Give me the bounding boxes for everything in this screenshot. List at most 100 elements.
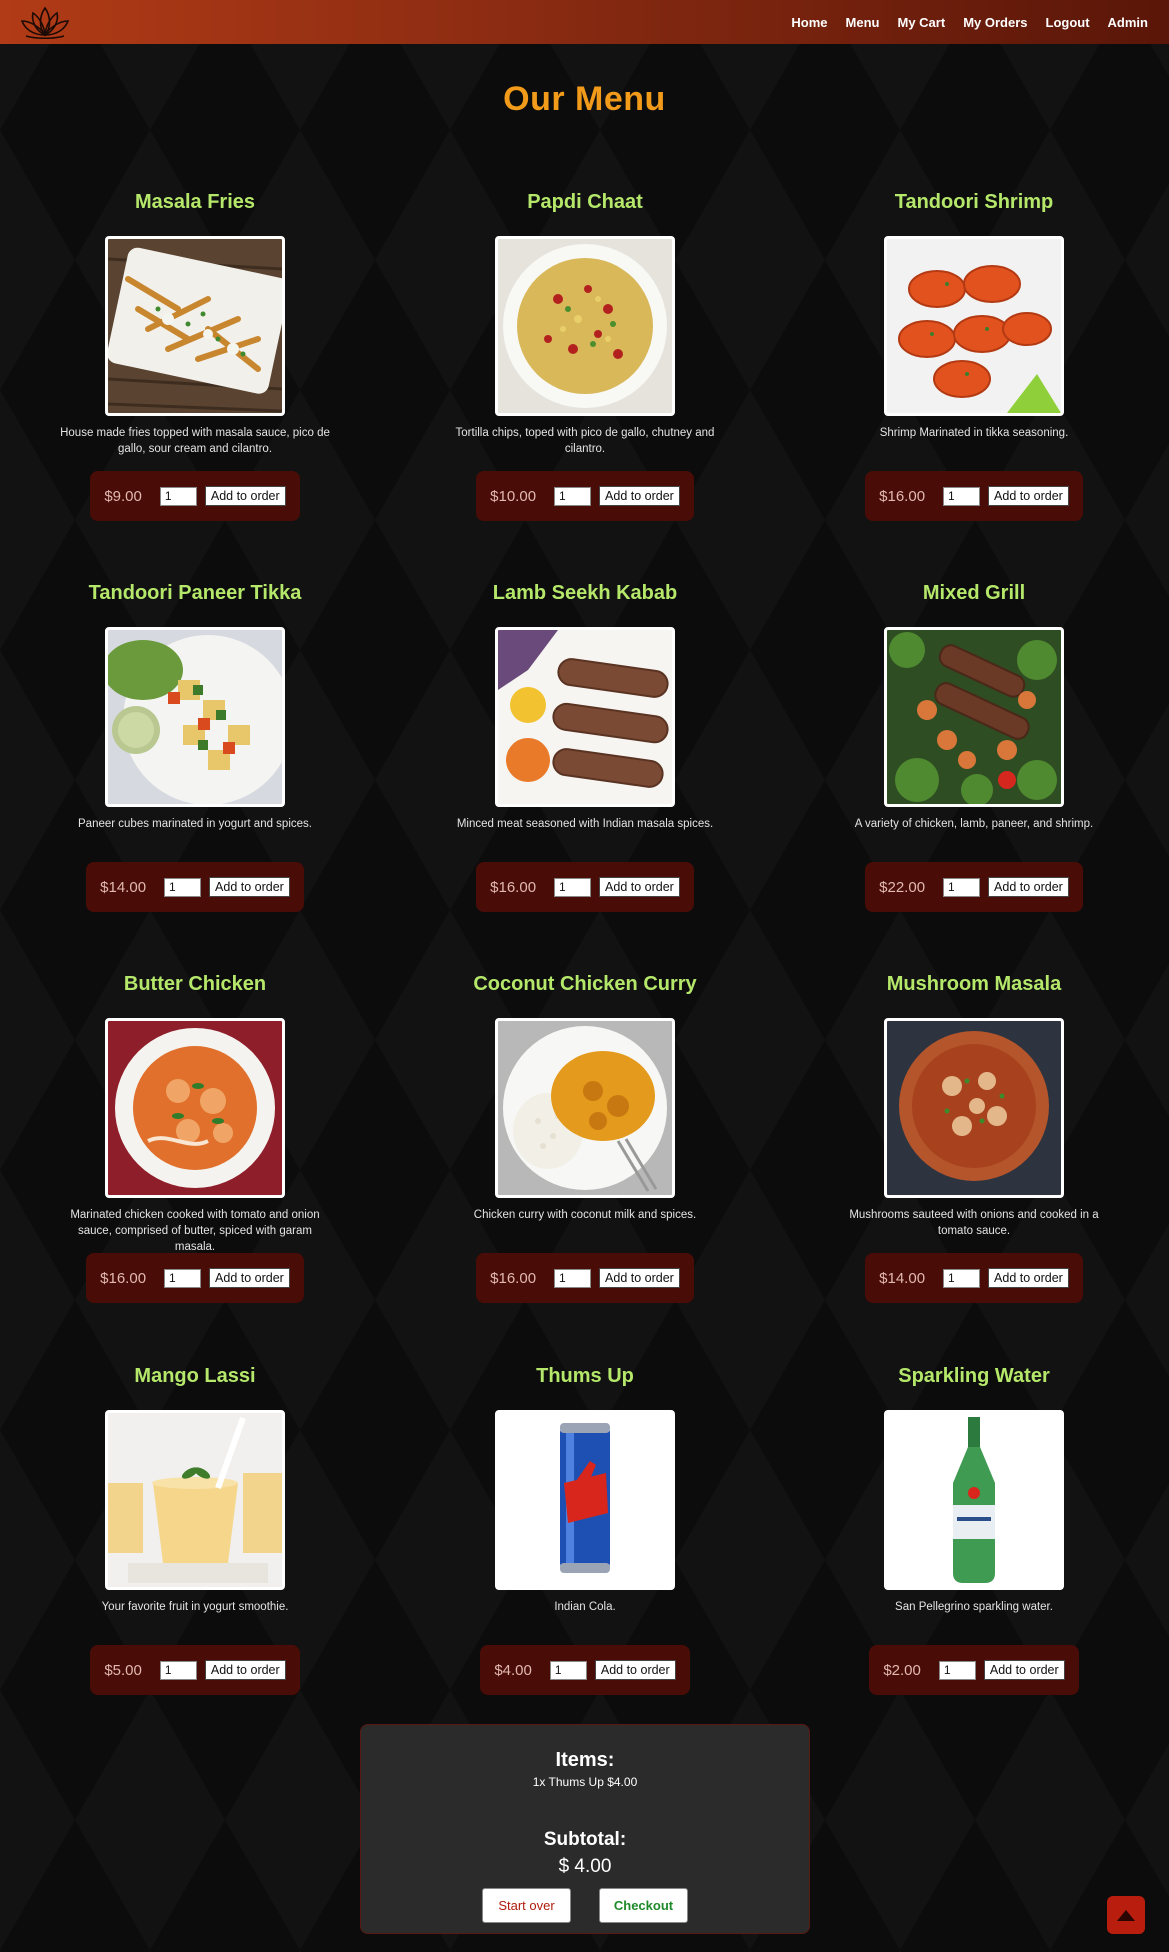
menu-item-card: Sparkling Water San Pellegrino sparkling… — [779, 1363, 1169, 1695]
nav-link-menu[interactable]: Menu — [837, 15, 889, 30]
menu-item-title: Butter Chicken — [123, 973, 267, 995]
order-box: $10.00 Add to order — [476, 471, 694, 521]
menu-item-title: Mushroom Masala — [886, 973, 1062, 995]
lotus-logo-icon[interactable] — [18, 5, 72, 39]
menu-item-description: Paneer cubes marinated in yogurt and spi… — [78, 818, 312, 830]
add-to-order-button[interactable]: Add to order — [599, 877, 680, 897]
menu-item-title: Lamb Seekh Kabab — [492, 582, 678, 604]
nav-link-admin[interactable]: Admin — [1099, 15, 1157, 30]
order-box: $16.00 Add to order — [86, 1253, 304, 1303]
add-to-order-button[interactable]: Add to order — [209, 877, 290, 897]
quantity-input[interactable] — [159, 1660, 197, 1680]
add-to-order-button[interactable]: Add to order — [983, 1660, 1065, 1680]
add-to-order-button[interactable]: Add to order — [599, 486, 680, 506]
menu-item-card: Butter Chicken Marinated chicken cooked … — [0, 971, 390, 1303]
paneer-tikka-photo — [105, 627, 285, 807]
add-to-order-button[interactable]: Add to order — [204, 486, 286, 506]
menu-item-title: Tandoori Shrimp — [894, 191, 1054, 213]
order-box: $16.00 Add to order — [476, 1253, 694, 1303]
add-to-order-button[interactable]: Add to order — [599, 1268, 680, 1288]
menu-item-title: Mixed Grill — [922, 582, 1026, 604]
cart-items-heading: Items: — [555, 1749, 615, 1771]
arrow-up-icon — [1117, 1910, 1135, 1921]
menu-item-description: Minced meat seasoned with Indian masala … — [456, 818, 714, 830]
menu-item-price: $9.00 — [104, 487, 142, 505]
menu-item-description: Marinated chicken cooked with tomato and… — [70, 1209, 320, 1253]
menu-item-title: Papdi Chaat — [527, 191, 643, 213]
quantity-input[interactable] — [943, 1268, 981, 1288]
menu-item-card: Lamb Seekh Kabab Minced meat seasoned wi… — [390, 580, 780, 912]
sparkling-water-bottle-photo — [884, 1410, 1064, 1590]
cart-actions: Start over Checkout — [361, 1888, 809, 1923]
order-box: $16.00 Add to order — [865, 471, 1083, 521]
menu-item-card: Mushroom Masala Mushrooms sauteed with o… — [779, 971, 1169, 1303]
mango-lassi-photo — [105, 1410, 285, 1590]
menu-item-title: Mango Lassi — [134, 1365, 256, 1387]
quantity-input[interactable] — [943, 486, 981, 506]
add-to-order-button[interactable]: Add to order — [594, 1660, 676, 1680]
nav-link-logout[interactable]: Logout — [1037, 15, 1099, 30]
subtotal-value: $ 4.00 — [558, 1856, 612, 1877]
lamb-kabab-photo — [495, 627, 675, 807]
quantity-input[interactable] — [943, 877, 981, 897]
menu-item-description: Tortilla chips, toped with pico de gallo… — [455, 427, 715, 455]
order-box: $14.00 Add to order — [86, 862, 304, 912]
checkout-button[interactable]: Checkout — [599, 1888, 688, 1923]
menu-item-description: San Pellegrino sparkling water. — [895, 1601, 1053, 1613]
menu-item-card: Thums Up Indian Cola. $4.00 Add to order — [390, 1363, 780, 1695]
menu-item-price: $14.00 — [100, 878, 147, 896]
menu-item-title: Thums Up — [536, 1365, 634, 1387]
menu-item-description: Mushrooms sauteed with onions and cooked… — [849, 1209, 1099, 1237]
menu-item-description: House made fries topped with masala sauc… — [60, 427, 330, 455]
coconut-curry-photo — [495, 1018, 675, 1198]
add-to-order-button[interactable]: Add to order — [204, 1660, 286, 1680]
menu-item-price: $14.00 — [879, 1269, 926, 1287]
add-to-order-button[interactable]: Add to order — [209, 1268, 290, 1288]
menu-item-price: $5.00 — [104, 1661, 142, 1679]
menu-item-description: A variety of chicken, lamb, paneer, and … — [854, 818, 1094, 830]
masala-fries-photo — [105, 236, 285, 416]
start-over-button[interactable]: Start over — [482, 1888, 571, 1923]
add-to-order-button[interactable]: Add to order — [988, 486, 1069, 506]
order-box: $2.00 Add to order — [869, 1645, 1079, 1695]
navbar: Home Menu My Cart My Orders Logout Admin — [0, 0, 1169, 44]
menu-item-title: Coconut Chicken Curry — [473, 973, 697, 995]
tandoori-shrimp-photo — [884, 236, 1064, 416]
menu-item-description: Shrimp Marinated in tikka seasoning. — [879, 427, 1069, 439]
order-box: $5.00 Add to order — [90, 1645, 300, 1695]
menu-item-description: Indian Cola. — [554, 1601, 616, 1613]
menu-item-price: $2.00 — [883, 1661, 921, 1679]
papdi-chaat-photo — [495, 236, 675, 416]
mixed-grill-photo — [884, 627, 1064, 807]
menu-item-price: $16.00 — [490, 878, 537, 896]
scroll-to-top-button[interactable] — [1107, 1896, 1145, 1934]
menu-item-price: $4.00 — [494, 1661, 532, 1679]
quantity-input[interactable] — [938, 1660, 976, 1680]
quantity-input[interactable] — [159, 486, 197, 506]
order-box: $16.00 Add to order — [476, 862, 694, 912]
quantity-input[interactable] — [164, 1268, 202, 1288]
subtotal-heading: Subtotal: — [543, 1829, 627, 1850]
butter-chicken-photo — [105, 1018, 285, 1198]
menu-item-card: Tandoori Shrimp Shrimp Marinated in tikk… — [779, 189, 1169, 521]
order-box: $4.00 Add to order — [480, 1645, 690, 1695]
menu-item-price: $16.00 — [100, 1269, 147, 1287]
quantity-input[interactable] — [554, 877, 592, 897]
menu-item-card: Papdi Chaat Tortilla chips, toped with p… — [390, 189, 780, 521]
nav-link-my-orders[interactable]: My Orders — [954, 15, 1036, 30]
order-box: $14.00 Add to order — [865, 1253, 1083, 1303]
nav-links: Home Menu My Cart My Orders Logout Admin — [782, 15, 1157, 30]
cart-line-item: 1x Thums Up $4.00 — [532, 1775, 638, 1789]
quantity-input[interactable] — [164, 877, 202, 897]
quantity-input[interactable] — [549, 1660, 587, 1680]
cart-summary-panel: Items: 1x Thums Up $4.00 Subtotal: $ 4.0… — [360, 1724, 810, 1934]
order-box: $9.00 Add to order — [90, 471, 300, 521]
nav-link-my-cart[interactable]: My Cart — [889, 15, 955, 30]
quantity-input[interactable] — [554, 1268, 592, 1288]
nav-link-home[interactable]: Home — [782, 15, 836, 30]
quantity-input[interactable] — [554, 486, 592, 506]
menu-item-price: $10.00 — [490, 487, 537, 505]
add-to-order-button[interactable]: Add to order — [988, 1268, 1069, 1288]
add-to-order-button[interactable]: Add to order — [988, 877, 1069, 897]
menu-item-description: Your favorite fruit in yogurt smoothie. — [101, 1601, 289, 1613]
